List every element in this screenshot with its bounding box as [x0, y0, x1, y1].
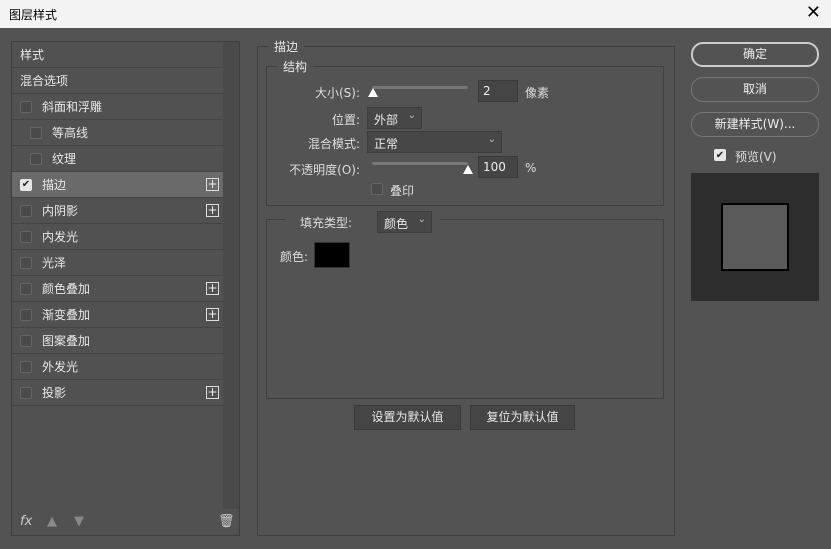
sidebar-item[interactable]: 颜色叠加 +	[12, 276, 223, 302]
sidebar-item-label: 等高线	[52, 126, 89, 140]
sidebar-item-label: 内发光	[42, 230, 79, 244]
sidebar-item[interactable]: 等高线	[12, 120, 223, 146]
color-label: 颜色:	[280, 250, 309, 264]
sidebar-item-checkbox[interactable]	[20, 334, 32, 347]
preview-checkbox[interactable]: ✔	[714, 149, 726, 161]
sidebar-item[interactable]: 外发光	[12, 354, 223, 380]
opacity-input[interactable]: 100	[478, 156, 518, 178]
sidebar-item-checkbox[interactable]	[20, 386, 32, 399]
new-style-button[interactable]: 新建样式(W)...	[691, 112, 819, 137]
sidebar-item-label: 内阴影	[42, 204, 79, 218]
sidebar-item-label: 颜色叠加	[42, 282, 91, 296]
position-label: 位置:	[331, 113, 360, 127]
close-icon[interactable]: ✕	[806, 2, 821, 23]
sidebar-item[interactable]: 图案叠加	[12, 328, 223, 354]
fill-type-select[interactable]: 颜色 ⌄	[377, 211, 432, 233]
sidebar-item-checkbox[interactable]	[20, 100, 32, 113]
blend-mode-label: 混合模式:	[307, 137, 360, 151]
structure-title: 结构	[283, 60, 308, 74]
sidebar-item-label: 图案叠加	[42, 334, 91, 348]
sidebar-item-checkbox[interactable]	[20, 308, 32, 321]
sidebar-item[interactable]: 光泽	[12, 250, 223, 276]
sidebar-item-checkbox[interactable]	[30, 152, 42, 165]
chevron-down-icon: ⌄	[487, 134, 496, 145]
opacity-slider[interactable]	[372, 162, 468, 165]
move-up-icon[interactable]: ▲	[47, 514, 57, 529]
window-title: 图层样式	[9, 8, 58, 22]
move-down-icon[interactable]: ▼	[74, 514, 84, 529]
sidebar-item-label: 投影	[42, 386, 67, 400]
sidebar-item-checkbox[interactable]	[20, 204, 32, 217]
plus-icon[interactable]: +	[206, 204, 219, 217]
reset-default-button[interactable]: 复位为默认值	[470, 405, 575, 430]
overprint-label: 叠印	[390, 184, 415, 198]
sidebar-item-checkbox[interactable]	[20, 230, 32, 243]
fill-type-value: 颜色	[384, 217, 409, 231]
size-label: 大小(S):	[314, 86, 360, 100]
sidebar-item-label: 纹理	[52, 152, 77, 166]
opacity-label: 不透明度(O):	[289, 163, 360, 177]
sidebar-item-label: 混合选项	[20, 74, 69, 88]
sidebar-item[interactable]: 纹理	[12, 146, 223, 172]
size-slider-thumb[interactable]	[367, 88, 378, 97]
cancel-button[interactable]: 取消	[691, 77, 819, 102]
scrollbar[interactable]	[223, 42, 239, 509]
sidebar-item-label: 描边	[42, 178, 67, 192]
stroke-title: 描边	[274, 40, 299, 54]
opacity-slider-thumb[interactable]	[463, 165, 473, 174]
plus-icon[interactable]: +	[206, 282, 219, 295]
opacity-unit: %	[525, 161, 537, 175]
chevron-down-icon: ⌄	[407, 110, 416, 121]
style-list-panel: 样式混合选项斜面和浮雕等高线纹理 ✔ 描边 + 内阴影 + 内发光光泽颜色叠加 + 渐变叠加 + 图…	[11, 41, 240, 536]
plus-icon[interactable]: +	[206, 308, 219, 321]
trash-icon[interactable]: 🗑	[218, 514, 235, 529]
blend-mode-select[interactable]: 正常 ⌄	[367, 131, 502, 153]
sidebar-item[interactable]: ✔ 描边 +	[12, 172, 223, 198]
color-swatch[interactable]	[314, 242, 350, 268]
size-input[interactable]: 2	[478, 80, 518, 102]
fill-type-label: 填充类型:	[300, 216, 353, 230]
sidebar-item[interactable]: 样式	[12, 42, 223, 68]
blend-mode-value: 正常	[374, 137, 399, 151]
sidebar-item-checkbox[interactable]	[20, 256, 32, 269]
preview-label: 预览(V)	[735, 150, 777, 164]
chevron-down-icon: ⌄	[417, 214, 426, 225]
overprint-checkbox[interactable]	[371, 183, 383, 195]
sidebar-item-label: 样式	[20, 48, 45, 62]
sidebar-item-label: 渐变叠加	[42, 308, 91, 322]
sidebar-item[interactable]: 斜面和浮雕	[12, 94, 223, 120]
sidebar-item-checkbox[interactable]: ✔	[20, 178, 32, 191]
preview-box	[691, 173, 819, 301]
ok-button[interactable]: 确定	[691, 42, 819, 67]
sidebar-item-label: 光泽	[42, 256, 67, 270]
sidebar-item-checkbox[interactable]	[30, 126, 42, 139]
title-bar: 图层样式 ✕	[0, 0, 831, 28]
sidebar-item-label: 斜面和浮雕	[42, 100, 103, 114]
set-default-button[interactable]: 设置为默认值	[354, 405, 461, 430]
size-unit: 像素	[525, 86, 550, 100]
sidebar-item[interactable]: 渐变叠加 +	[12, 302, 223, 328]
sidebar-item[interactable]: 内阴影 +	[12, 198, 223, 224]
plus-icon[interactable]: +	[206, 178, 219, 191]
sidebar-item-checkbox[interactable]	[20, 282, 32, 295]
size-slider[interactable]	[372, 86, 468, 89]
position-value: 外部	[374, 113, 399, 127]
sidebar-item[interactable]: 投影 +	[12, 380, 223, 406]
plus-icon[interactable]: +	[206, 386, 219, 399]
sidebar-item-label: 外发光	[42, 360, 79, 374]
position-select[interactable]: 外部 ⌄	[367, 107, 422, 129]
sidebar-item[interactable]: 内发光	[12, 224, 223, 250]
fx-button[interactable]: fx	[20, 514, 32, 529]
sidebar-item-checkbox[interactable]	[20, 360, 32, 373]
preview-thumbnail	[721, 203, 789, 271]
sidebar-item[interactable]: 混合选项	[12, 68, 223, 94]
